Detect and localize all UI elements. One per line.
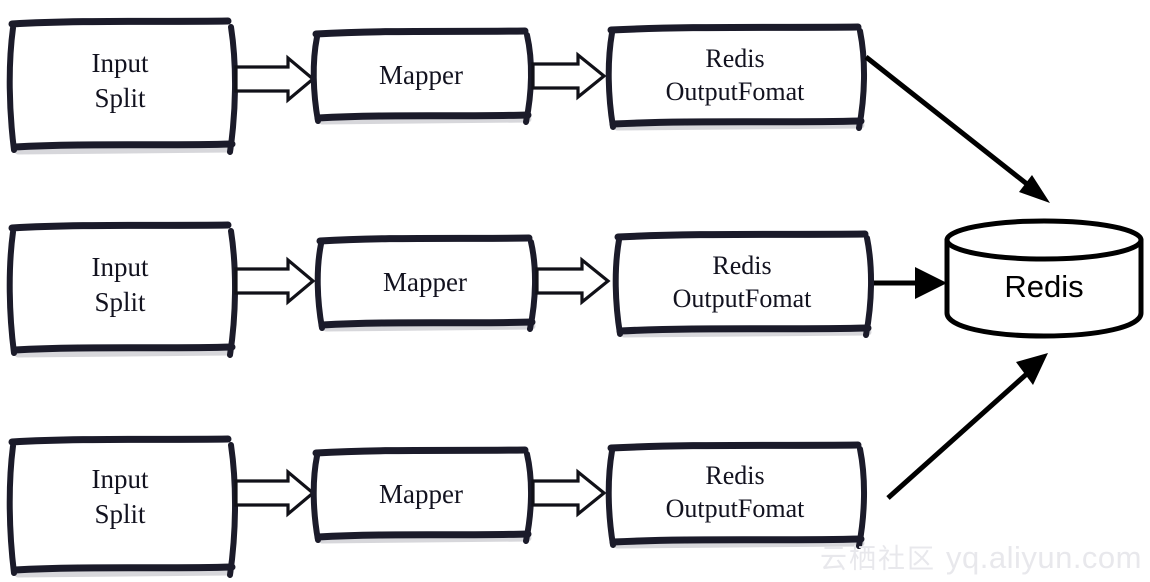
node-mapper-1[interactable]: [310, 27, 534, 125]
connector-outputformat-3-to-redis-store: [886, 353, 1048, 500]
connector-input-split-1-to-mapper-1: [234, 54, 316, 104]
node-mapper-3[interactable]: [310, 446, 534, 544]
diagram-canvas: Input Split Mapper Redis OutputFomat Inp…: [0, 0, 1150, 582]
connector-outputformat-2-to-redis-store: [874, 267, 947, 299]
node-mapper-2[interactable]: [314, 234, 538, 332]
node-input-split-1[interactable]: [6, 17, 238, 155]
node-redis-outputformat-3[interactable]: [605, 441, 867, 549]
node-redis-outputformat-1[interactable]: [605, 23, 867, 131]
connector-mapper-1-to-outputformat-1: [531, 51, 607, 101]
diagram-vector-layer: [6, 17, 1144, 578]
connector-input-split-2-to-mapper-2: [234, 256, 316, 306]
node-input-split-3[interactable]: [6, 435, 238, 578]
connector-mapper-3-to-outputformat-3: [531, 468, 607, 518]
connector-outputformat-1-to-redis-store: [864, 55, 1050, 203]
connector-mapper-2-to-outputformat-2: [535, 256, 611, 306]
node-redis-store[interactable]: [944, 218, 1144, 339]
node-redis-outputformat-2[interactable]: [612, 230, 874, 338]
connector-input-split-3-to-mapper-3: [234, 468, 316, 518]
node-input-split-2[interactable]: [6, 221, 238, 358]
